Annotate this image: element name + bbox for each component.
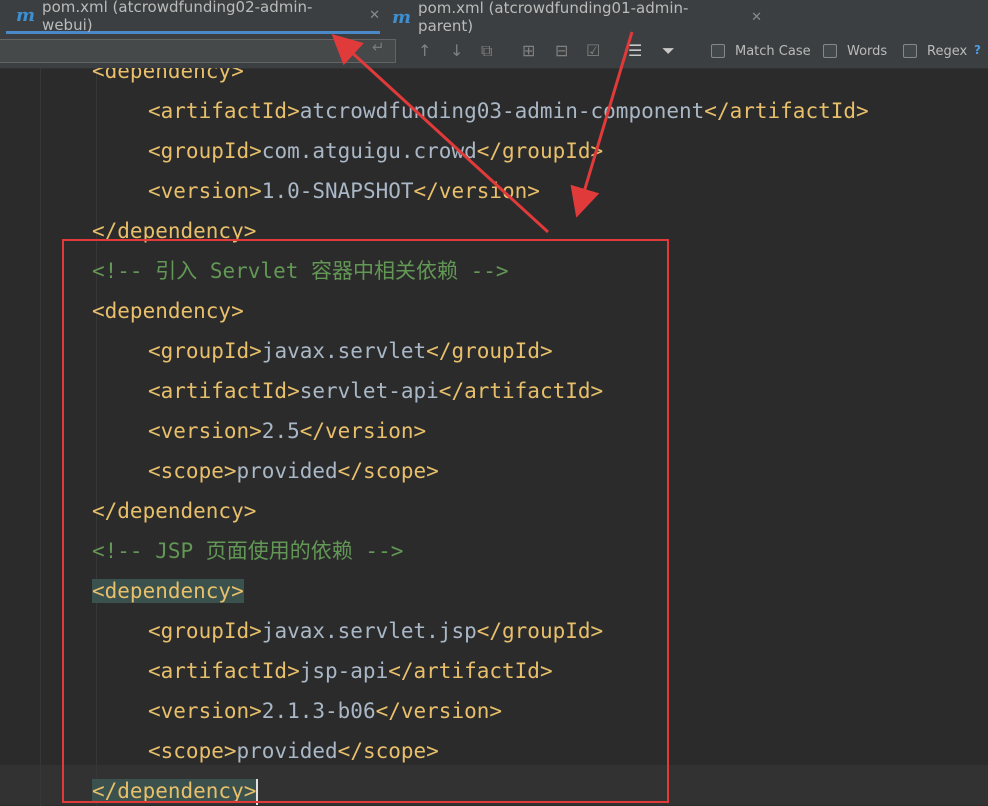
- tab-label: pom.xml (atcrowdfunding02-admin-webui): [42, 0, 313, 34]
- xml-text: 2.1.3-b06: [261, 699, 376, 723]
- regex-help-icon[interactable]: ?: [974, 43, 981, 57]
- xml-tag: </dependency>: [92, 499, 257, 523]
- xml-tag: <scope>: [148, 739, 237, 763]
- match-case-label[interactable]: Match Case: [735, 44, 811, 59]
- xml-text: javax.servlet: [261, 339, 427, 363]
- xml-tag: </dependency>: [92, 219, 257, 243]
- select-all-icon[interactable]: ☑: [586, 41, 600, 60]
- xml-text: provided: [236, 459, 338, 483]
- xml-comment: <!-- JSP 页面使用的依赖 -->: [92, 539, 404, 563]
- remove-occurrence-icon[interactable]: ⊟: [555, 41, 568, 60]
- xml-tag: <artifactId>: [148, 99, 300, 123]
- filter-settings-icon[interactable]: ☰: [628, 41, 642, 60]
- editor-tab-bar: m pom.xml (atcrowdfunding02-admin-webui)…: [0, 0, 988, 37]
- xml-tag: </scope>: [337, 459, 439, 483]
- xml-tag: <dependency>: [92, 299, 244, 323]
- xml-tag: </scope>: [337, 739, 439, 763]
- xml-text: 2.5: [261, 419, 300, 443]
- code-line: <version>2.1.3-b06</version>: [148, 691, 502, 731]
- xml-tag: <artifactId>: [148, 659, 300, 683]
- code-line: <dependency>: [92, 68, 244, 91]
- xml-tag: <groupId>: [148, 139, 262, 163]
- words-checkbox[interactable]: [823, 44, 837, 58]
- new-line-icon[interactable]: ↵: [372, 38, 385, 56]
- select-all-occurrences-icon[interactable]: ⧉: [481, 41, 492, 61]
- indent-guide: [96, 68, 97, 806]
- xml-tag: <version>: [148, 419, 262, 443]
- find-toolbar: ↵ ↑ ↓ ⧉ ⊞ ⊟ ☑ ☰ ⏷ Match Case Words Regex…: [0, 36, 988, 69]
- code-line: <groupId>com.atguigu.crowd</groupId>: [148, 131, 603, 171]
- xml-tag: <dependency>: [92, 68, 244, 83]
- xml-text: servlet-api: [299, 379, 439, 403]
- filter-icon[interactable]: ⏷: [662, 41, 675, 61]
- xml-tag: <version>: [148, 179, 262, 203]
- xml-tag: <scope>: [148, 459, 237, 483]
- xml-tag: </version>: [413, 179, 540, 203]
- code-line: <groupId>javax.servlet</groupId>: [148, 331, 553, 371]
- code-line: <scope>provided</scope>: [148, 731, 439, 771]
- code-line: <artifactId>servlet-api</artifactId>: [148, 371, 603, 411]
- add-occurrence-icon[interactable]: ⊞: [522, 41, 535, 60]
- tab-label: pom.xml (atcrowdfunding01-admin-parent): [418, 0, 689, 35]
- code-line: <artifactId>jsp-api</artifactId>: [148, 651, 553, 691]
- xml-tag: </dependency>: [92, 779, 257, 803]
- xml-tag: </version>: [375, 699, 503, 723]
- code-line: <dependency>: [92, 291, 244, 331]
- xml-tag: </groupId>: [426, 339, 553, 363]
- previous-occurrence-icon[interactable]: ↑: [418, 41, 431, 60]
- code-line: <scope>provided</scope>: [148, 451, 439, 491]
- match-case-checkbox[interactable]: [711, 44, 725, 58]
- code-line: <version>2.5</version>: [148, 411, 426, 451]
- xml-tag: </groupId>: [476, 619, 604, 643]
- code-line: <groupId>javax.servlet.jsp</groupId>: [148, 611, 603, 651]
- code-line: </dependency>: [92, 771, 259, 806]
- xml-tag: </artifactId>: [438, 379, 604, 403]
- xml-text: provided: [236, 739, 338, 763]
- tab-parent-pom[interactable]: m pom.xml (atcrowdfunding01-admin-parent…: [382, 0, 762, 35]
- tab-webui-pom[interactable]: m pom.xml (atcrowdfunding02-admin-webui)…: [6, 0, 380, 34]
- code-line: <dependency>: [92, 571, 244, 611]
- xml-tag: </version>: [299, 419, 427, 443]
- xml-tag: </groupId>: [476, 139, 604, 163]
- code-line: </dependency>: [92, 211, 256, 251]
- xml-tag: <groupId>: [148, 619, 262, 643]
- close-icon[interactable]: ✕: [369, 8, 380, 23]
- code-line: </dependency>: [92, 491, 256, 531]
- xml-tag: <groupId>: [148, 339, 262, 363]
- code-line: <!-- JSP 页面使用的依赖 -->: [92, 531, 403, 571]
- xml-comment: <!-- 引入 Servlet 容器中相关依赖 -->: [92, 259, 509, 283]
- xml-tag: <dependency>: [92, 579, 244, 603]
- xml-tag: </artifactId>: [388, 659, 553, 683]
- xml-text: jsp-api: [299, 659, 389, 683]
- code-line: <version>1.0-SNAPSHOT</version>: [148, 171, 540, 211]
- maven-m-icon: m: [392, 6, 412, 28]
- xml-text: com.atguigu.crowd: [261, 139, 477, 163]
- next-occurrence-icon[interactable]: ↓: [450, 41, 463, 60]
- xml-text: javax.servlet.jsp: [261, 619, 477, 643]
- code-line: <!-- 引入 Servlet 容器中相关依赖 -->: [92, 251, 509, 291]
- words-label[interactable]: Words: [847, 44, 887, 59]
- xml-tag: <version>: [148, 699, 262, 723]
- maven-m-icon: m: [16, 5, 36, 26]
- xml-text: atcrowdfunding03-admin-component: [299, 99, 705, 123]
- text-cursor: [256, 779, 259, 805]
- regex-label[interactable]: Regex: [927, 44, 967, 59]
- regex-checkbox[interactable]: [903, 44, 917, 58]
- code-editor[interactable]: <dependency> <artifactId>atcrowdfunding03…: [0, 68, 988, 806]
- xml-tag: </artifactId>: [704, 99, 869, 123]
- search-input[interactable]: [0, 39, 396, 63]
- xml-tag: <artifactId>: [148, 379, 300, 403]
- indent-guide: [40, 68, 41, 806]
- code-line: <artifactId>atcrowdfunding03-admin-compo…: [148, 91, 869, 131]
- xml-text: 1.0-SNAPSHOT: [261, 179, 414, 203]
- close-icon[interactable]: ✕: [751, 10, 762, 25]
